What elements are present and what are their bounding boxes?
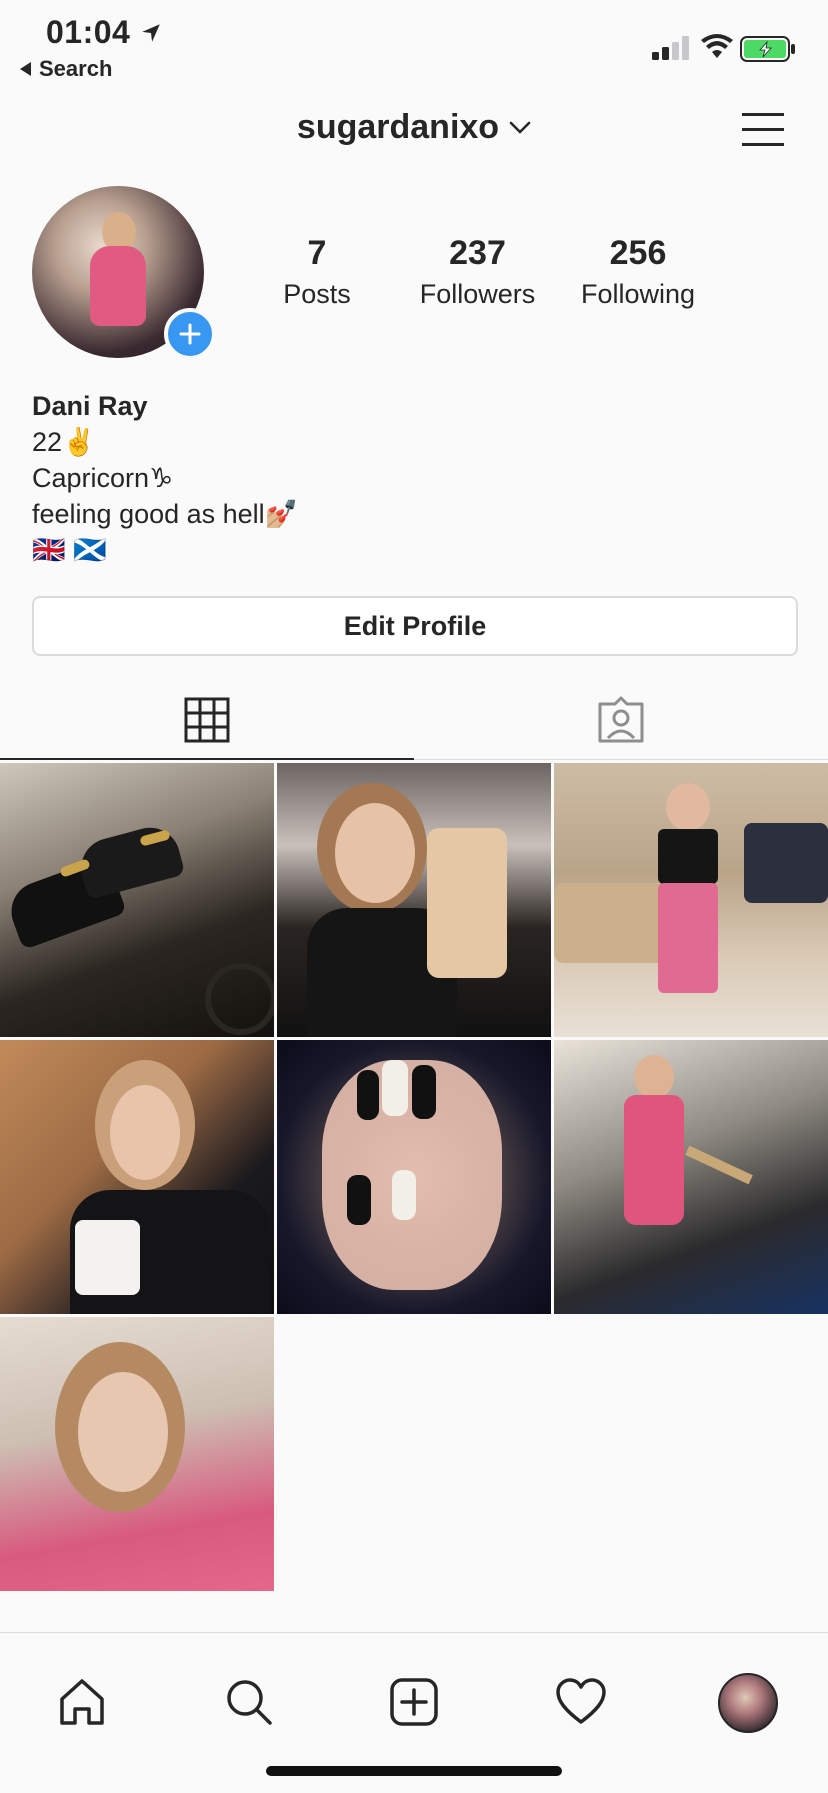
- account-switcher[interactable]: sugardanixo: [297, 108, 531, 147]
- post-thumbnail[interactable]: [0, 763, 274, 1037]
- bio-line-sign: Capricorn♑: [32, 463, 174, 493]
- add-post-icon: [390, 1678, 438, 1726]
- back-to-search-button[interactable]: Search: [20, 56, 112, 82]
- profile-tabs: [0, 680, 828, 762]
- followers-count: 237: [449, 234, 506, 272]
- bio: Dani Ray 22✌️ Capricorn♑ feeling good as…: [32, 388, 792, 568]
- tabs-divider: [414, 759, 828, 760]
- heart-icon: [556, 1678, 606, 1724]
- search-icon: [227, 1680, 272, 1725]
- header: sugardanixo: [0, 108, 828, 147]
- post-thumbnail[interactable]: [0, 1317, 274, 1591]
- home-indicator[interactable]: [266, 1766, 562, 1776]
- avatar-photo-dress: [90, 246, 146, 326]
- post-thumbnail[interactable]: [277, 763, 551, 1037]
- bio-line-flags: 🇬🇧 🏴󠁧󠁢󠁳󠁣󠁴󠁿: [32, 535, 107, 565]
- battery-icon: [740, 36, 795, 62]
- post-thumbnail[interactable]: [554, 763, 828, 1037]
- posts-label: Posts: [283, 279, 351, 309]
- display-name: Dani Ray: [32, 391, 148, 421]
- posts-stat[interactable]: 7 Posts: [262, 234, 372, 310]
- nav-activity[interactable]: [554, 1675, 608, 1729]
- nav-home[interactable]: [55, 1675, 109, 1729]
- followers-label: Followers: [419, 279, 536, 309]
- bio-line-age: 22✌️: [32, 427, 96, 457]
- active-tab-indicator: [0, 758, 414, 760]
- edit-profile-button[interactable]: Edit Profile: [32, 596, 798, 656]
- hamburger-menu-icon[interactable]: [740, 110, 786, 150]
- username: sugardanixo: [296, 108, 500, 146]
- nav-add-post[interactable]: [387, 1675, 441, 1729]
- location-arrow-icon: [142, 24, 160, 42]
- back-arrow-icon: [20, 62, 31, 76]
- back-label: Search: [39, 56, 113, 81]
- tab-grid[interactable]: [0, 680, 414, 760]
- status-bar: 01:04 Search: [0, 0, 828, 86]
- cellular-signal-icon: [652, 36, 689, 60]
- add-story-button[interactable]: [164, 308, 216, 360]
- clock: 01:04: [46, 14, 131, 50]
- tab-tagged[interactable]: [414, 680, 828, 760]
- following-count: 256: [609, 234, 667, 272]
- posts-count: 7: [307, 234, 327, 272]
- followers-stat[interactable]: 237 Followers: [410, 234, 545, 310]
- post-thumbnail[interactable]: [0, 1040, 274, 1314]
- chevron-down-icon: [509, 121, 531, 134]
- post-thumbnail[interactable]: [277, 1040, 551, 1314]
- nav-profile-avatar[interactable]: [718, 1673, 778, 1733]
- home-icon: [60, 1679, 104, 1725]
- bio-line-mood: feeling good as hell💅🏼: [32, 499, 299, 529]
- plus-icon: [179, 323, 201, 345]
- grid-icon: [184, 697, 230, 743]
- nav-search[interactable]: [222, 1675, 276, 1729]
- tagged-person-icon: [598, 696, 644, 743]
- wifi-icon: [701, 34, 733, 58]
- following-stat[interactable]: 256 Following: [568, 234, 708, 310]
- following-label: Following: [580, 279, 696, 309]
- post-thumbnail[interactable]: [554, 1040, 828, 1314]
